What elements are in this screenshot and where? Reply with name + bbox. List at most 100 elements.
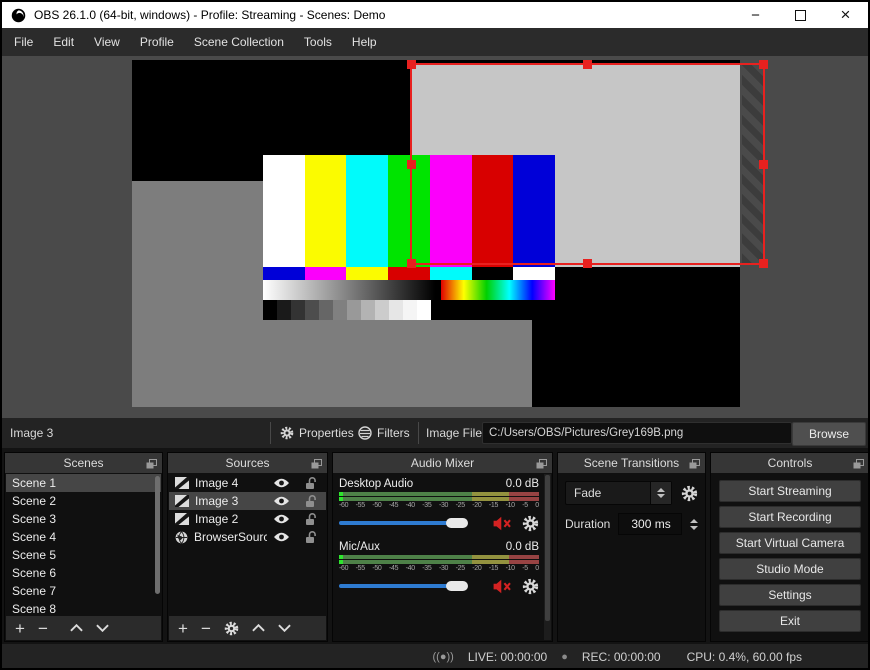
color-bar xyxy=(346,267,389,280)
remove-source-button[interactable]: − xyxy=(201,620,211,637)
menu-item-file[interactable]: File xyxy=(4,28,43,56)
resize-handle[interactable] xyxy=(759,159,768,169)
source-row-image-2[interactable]: Image 2 xyxy=(169,510,326,528)
source-row-browsersource[interactable]: BrowserSource xyxy=(169,528,326,546)
rec-time: REC: 00:00:00 xyxy=(581,650,661,664)
source-properties-button[interactable] xyxy=(224,621,239,636)
properties-button[interactable]: Properties xyxy=(280,426,354,440)
move-scene-up-button[interactable] xyxy=(70,624,83,632)
scene-row-scene-2[interactable]: Scene 2 xyxy=(6,492,161,510)
selection-bounding-box[interactable] xyxy=(407,60,768,268)
scenes-scrollbar[interactable] xyxy=(155,476,160,594)
start-recording-button[interactable]: Start Recording xyxy=(719,506,861,528)
move-source-up-button[interactable] xyxy=(252,624,265,632)
filter-icon xyxy=(358,426,372,440)
mixer-channel-mic-aux: Mic/Aux 0.0 dB -60 -55 -50 -45 -40 -35 -30 -25-… xyxy=(339,541,539,595)
add-scene-button[interactable]: + xyxy=(15,620,25,637)
scenes-footer-toolbar: + − xyxy=(6,616,161,640)
mute-speaker-icon[interactable] xyxy=(492,579,513,594)
menu-item-tools[interactable]: Tools xyxy=(294,28,342,56)
scene-row-scene-4[interactable]: Scene 4 xyxy=(6,528,161,546)
scene-row-scene-8[interactable]: Scene 8 xyxy=(6,600,161,616)
mixer-scrollbar[interactable] xyxy=(544,474,551,640)
color-bar xyxy=(304,155,347,267)
duration-decrease-button[interactable] xyxy=(690,525,698,530)
scene-row-scene-1[interactable]: Scene 1 xyxy=(6,474,161,492)
channel-settings-gear-icon[interactable] xyxy=(522,578,539,595)
volume-slider[interactable] xyxy=(339,518,483,528)
lock-icon[interactable] xyxy=(305,530,317,544)
volume-slider[interactable] xyxy=(339,581,483,591)
audio-mixer-panel-header[interactable]: Audio Mixer xyxy=(333,453,552,473)
scene-row-scene-6[interactable]: Scene 6 xyxy=(6,564,161,582)
dock-popout-icon[interactable] xyxy=(689,458,700,472)
close-button[interactable]: × xyxy=(823,2,868,28)
controls-panel-header[interactable]: Controls xyxy=(711,453,868,473)
menu-item-help[interactable]: Help xyxy=(342,28,387,56)
channel-name: Mic/Aux xyxy=(339,541,380,553)
minimize-button[interactable]: − xyxy=(733,2,778,28)
visibility-eye-icon[interactable] xyxy=(273,532,290,542)
audio-mixer-body: Desktop Audio 0.0 dB -60 -55 -50 -45 -40 -35-… xyxy=(334,474,551,640)
dock-popout-icon[interactable] xyxy=(146,458,157,472)
start-streaming-button[interactable]: Start Streaming xyxy=(719,480,861,502)
image-file-input[interactable] xyxy=(482,422,792,444)
studio-mode-button[interactable]: Studio Mode xyxy=(719,558,861,580)
channel-volume-db: 0.0 dB xyxy=(505,478,539,490)
filters-button[interactable]: Filters xyxy=(358,426,410,440)
source-row-image-3[interactable]: Image 3 xyxy=(169,492,326,510)
preview-area[interactable] xyxy=(2,56,868,418)
volume-slider-handle[interactable] xyxy=(446,518,469,528)
browse-button[interactable]: Browse xyxy=(792,422,866,446)
sources-panel-header[interactable]: Sources xyxy=(168,453,327,473)
mute-speaker-icon[interactable] xyxy=(492,516,513,531)
scenes-panel: Scenes Scene 1 Scene 2 Scene 3 Scene 4 Scene… xyxy=(4,452,163,642)
transition-properties-button[interactable] xyxy=(681,485,698,502)
scene-row-scene-7[interactable]: Scene 7 xyxy=(6,582,161,600)
resize-handle[interactable] xyxy=(759,259,768,268)
scenes-panel-header[interactable]: Scenes xyxy=(5,453,162,473)
image-file-label: Image File xyxy=(426,426,483,440)
visibility-eye-icon[interactable] xyxy=(273,496,290,506)
remove-scene-button[interactable]: − xyxy=(38,620,48,637)
source-row-image-4[interactable]: Image 4 xyxy=(169,474,326,492)
add-source-button[interactable]: + xyxy=(178,620,188,637)
resize-handle[interactable] xyxy=(407,159,416,169)
dock-popout-icon[interactable] xyxy=(853,458,864,472)
transition-select[interactable]: Fade xyxy=(565,481,672,505)
exit-button[interactable]: Exit xyxy=(719,610,861,632)
rec-dot-icon: ● xyxy=(561,651,568,663)
scene-row-scene-3[interactable]: Scene 3 xyxy=(6,510,161,528)
menu-item-profile[interactable]: Profile xyxy=(130,28,184,56)
resize-handle[interactable] xyxy=(583,259,592,268)
dock-popout-icon[interactable] xyxy=(536,458,547,472)
visibility-eye-icon[interactable] xyxy=(273,514,290,524)
lock-icon[interactable] xyxy=(305,494,317,508)
move-scene-down-button[interactable] xyxy=(96,624,109,632)
maximize-button[interactable] xyxy=(778,2,823,28)
resize-handle[interactable] xyxy=(407,60,416,69)
scene-row-scene-5[interactable]: Scene 5 xyxy=(6,546,161,564)
menu-item-scene-collection[interactable]: Scene Collection xyxy=(184,28,294,56)
resize-handle[interactable] xyxy=(583,60,592,69)
transitions-panel-header[interactable]: Scene Transitions xyxy=(558,453,705,473)
start-virtual-camera-button[interactable]: Start Virtual Camera xyxy=(719,532,861,554)
lock-icon[interactable] xyxy=(305,476,317,490)
dock-area: Scenes Scene 1 Scene 2 Scene 3 Scene 4 Scene… xyxy=(2,448,868,644)
resize-handle[interactable] xyxy=(759,60,768,69)
move-source-down-button[interactable] xyxy=(278,624,291,632)
gear-icon xyxy=(280,426,294,440)
settings-button[interactable]: Settings xyxy=(719,584,861,606)
duration-input[interactable]: 300 ms xyxy=(618,513,682,535)
dock-popout-icon[interactable] xyxy=(311,458,322,472)
menu-item-edit[interactable]: Edit xyxy=(43,28,84,56)
resize-handle[interactable] xyxy=(407,259,416,268)
menu-item-view[interactable]: View xyxy=(84,28,130,56)
channel-volume-db: 0.0 dB xyxy=(505,541,539,553)
volume-slider-handle[interactable] xyxy=(446,581,469,591)
meter-scale: -60 -55 -50 -45 -40 -35 -30 -25 -20 -15 -10 -5 0 xyxy=(339,565,539,572)
lock-icon[interactable] xyxy=(305,512,317,526)
channel-settings-gear-icon[interactable] xyxy=(522,515,539,532)
visibility-eye-icon[interactable] xyxy=(273,478,290,488)
duration-increase-button[interactable] xyxy=(690,518,698,523)
